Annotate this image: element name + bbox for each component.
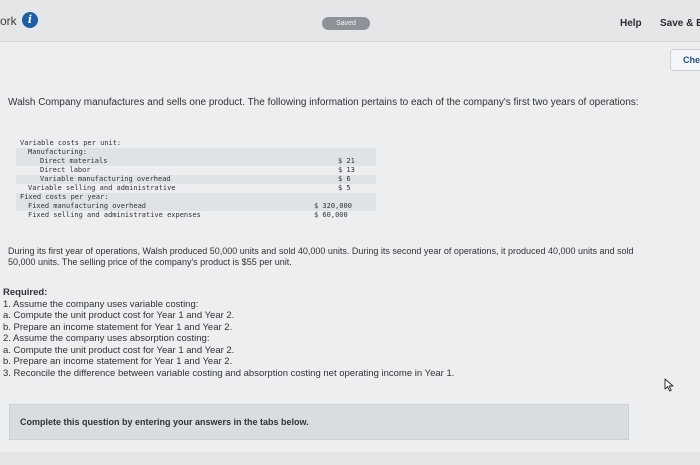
saved-status-badge: Saved xyxy=(322,17,370,30)
row-value: $ 13 xyxy=(338,166,355,174)
info-icon[interactable]: i xyxy=(22,12,38,28)
row-label: Direct materials xyxy=(40,157,108,165)
tabs-strip xyxy=(0,452,700,465)
complete-question-text: Complete this question by entering your … xyxy=(20,417,309,427)
table-row: Variable selling and administrative $ 5 xyxy=(16,184,376,193)
row-value: $ 21 xyxy=(338,157,355,165)
required-section: Required: 1. Assume the company uses var… xyxy=(3,287,623,379)
nav-title: ork xyxy=(0,14,17,28)
mouse-pointer-icon xyxy=(664,378,674,392)
required-item: b. Prepare an income statement for Year … xyxy=(3,321,233,333)
check-my-work-button[interactable]: Che xyxy=(670,49,700,71)
required-item: 2. Assume the company uses absorption co… xyxy=(3,333,210,344)
row-value: $ 60,000 xyxy=(314,211,348,219)
required-item: 1. Assume the company uses variable cost… xyxy=(3,298,199,310)
row-value: $ 320,000 xyxy=(314,202,352,210)
help-button[interactable]: Help xyxy=(620,18,642,29)
row-label: Fixed selling and administrative expense… xyxy=(28,211,201,219)
problem-intro: Walsh Company manufactures and sells one… xyxy=(8,97,639,108)
save-exit-button[interactable]: Save & E xyxy=(660,18,700,29)
row-label: Manufacturing: xyxy=(28,148,88,156)
cost-data-table: Variable costs per unit: Manufacturing: … xyxy=(16,139,376,220)
row-label: Fixed costs per year: xyxy=(20,193,109,201)
required-item: b. Prepare an income statement for Year … xyxy=(3,356,233,367)
required-heading: Required: xyxy=(3,287,48,298)
required-item: a. Compute the unit product cost for Yea… xyxy=(3,310,235,321)
top-bar: ork i Saved Help Save & E xyxy=(0,0,700,42)
required-item: a. Compute the unit product cost for Yea… xyxy=(3,344,235,356)
complete-question-banner: Complete this question by entering your … xyxy=(9,404,629,440)
table-row: Fixed manufacturing overhead $ 320,000 xyxy=(16,202,376,211)
table-row: Fixed costs per year: xyxy=(16,193,376,202)
scenario-text: During its first year of operations, Wal… xyxy=(8,246,634,267)
row-value: $ 5 xyxy=(338,184,351,192)
table-row: Direct labor $ 13 xyxy=(16,166,376,175)
row-label: Variable costs per unit: xyxy=(20,139,122,147)
table-row: Fixed selling and administrative expense… xyxy=(16,211,376,220)
row-label: Direct labor xyxy=(40,166,91,174)
row-label: Variable manufacturing overhead xyxy=(40,175,171,183)
required-item: 3. Reconcile the difference between vari… xyxy=(3,367,455,379)
row-label: Variable selling and administrative xyxy=(28,184,176,192)
row-value: $ 6 xyxy=(338,175,351,183)
table-row: Variable manufacturing overhead $ 6 xyxy=(16,175,376,184)
table-row: Variable costs per unit: xyxy=(16,139,376,148)
table-row: Manufacturing: xyxy=(16,148,376,157)
table-row: Direct materials $ 21 xyxy=(16,157,376,166)
row-label: Fixed manufacturing overhead xyxy=(28,202,147,210)
